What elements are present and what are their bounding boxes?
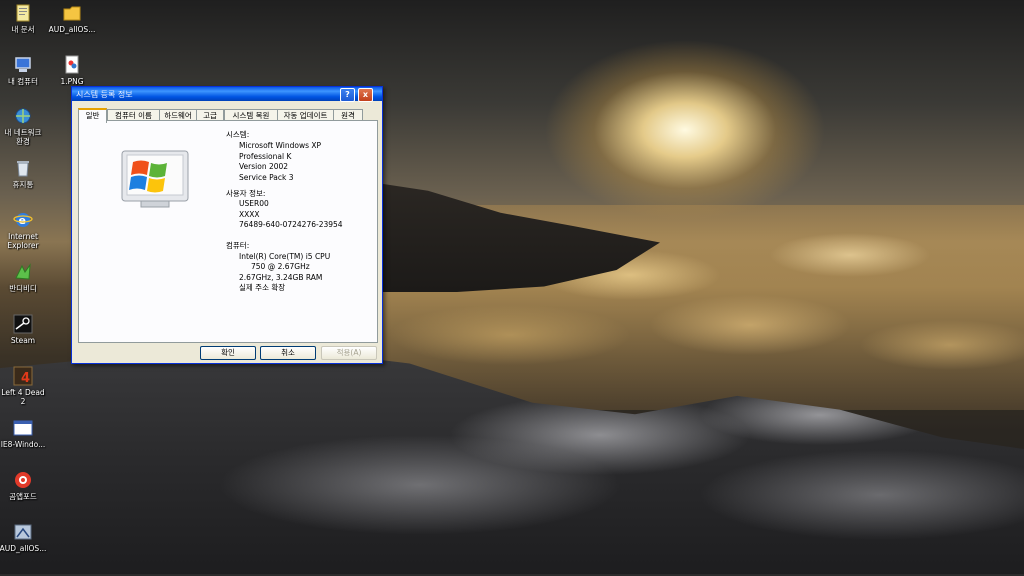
- cpu-name: Intel(R) Core(TM) i5 CPU: [239, 252, 331, 261]
- memory-info: 2.67GHz, 3.24GB RAM: [239, 273, 323, 282]
- network-icon: [13, 106, 33, 126]
- desktop-icon-left4dead2[interactable]: 4 Left 4 Dead 2: [0, 366, 53, 406]
- desktop-icon-recycle-bin[interactable]: 휴지통: [0, 158, 53, 189]
- os-service-pack: Service Pack 3: [239, 173, 294, 182]
- tab-general[interactable]: 일반: [78, 108, 107, 123]
- user-organization: XXXX: [239, 210, 260, 219]
- windows-logo-icon: [121, 149, 189, 209]
- cpu-speed: 750 @ 2.67GHz: [251, 262, 310, 271]
- title-bar[interactable]: 시스템 등록 정보 ? x: [72, 87, 382, 102]
- folder-icon: [62, 3, 82, 23]
- my-documents-icon: [13, 3, 33, 23]
- help-button[interactable]: ?: [340, 88, 355, 102]
- my-computer-icon: [13, 55, 33, 75]
- bandizip-icon: [13, 262, 33, 282]
- desktop-icon-ie8-installer[interactable]: IE8-Windo...: [0, 418, 53, 449]
- computer-heading: 컴퓨터:: [226, 241, 250, 250]
- os-edition: Professional K: [239, 152, 292, 161]
- ok-button[interactable]: 확인: [200, 346, 256, 360]
- steam-icon: [13, 314, 33, 334]
- close-button[interactable]: x: [358, 88, 373, 102]
- user-name: USER00: [239, 199, 269, 208]
- installer-icon: [13, 418, 33, 438]
- app-icon: [13, 470, 33, 490]
- os-version: Version 2002: [239, 162, 289, 171]
- pae-info: 실제 주소 확장: [239, 283, 286, 292]
- cancel-button[interactable]: 취소: [260, 346, 316, 360]
- left4dead2-icon: 4: [13, 366, 33, 386]
- internet-explorer-icon: e: [13, 210, 33, 230]
- os-name: Microsoft Windows XP: [239, 141, 322, 150]
- svg-text:4: 4: [21, 371, 30, 386]
- dialog-title: 시스템 등록 정보: [76, 90, 133, 99]
- desktop-icon-aud-folder[interactable]: AUD_allOS...: [42, 3, 102, 34]
- image-file-icon: [62, 55, 82, 75]
- desktop-icon-aud-shortcut[interactable]: AUD_allOS...: [0, 522, 53, 553]
- system-heading: 시스템:: [226, 130, 250, 139]
- desktop-icon-app[interactable]: 곰앱포드: [0, 470, 53, 501]
- recycle-bin-icon: [13, 158, 33, 178]
- system-properties-dialog: 시스템 등록 정보 ? x 일반 컴퓨터 이름 하드웨어 고급 시스템 복원 자…: [71, 86, 383, 364]
- general-tab-panel: 시스템: Microsoft Windows XP Professional K…: [78, 120, 378, 343]
- user-heading: 사용자 정보:: [226, 189, 266, 198]
- shortcut-icon: [13, 522, 33, 542]
- desktop-icon-network[interactable]: 내 네트워크 환경: [0, 106, 53, 146]
- apply-button[interactable]: 적용(A): [321, 346, 377, 360]
- desktop-icon-steam[interactable]: Steam: [0, 314, 53, 345]
- desktop-icon-bandi[interactable]: 반디비디: [0, 262, 53, 293]
- desktop-icon-internet-explorer[interactable]: e Internet Explorer: [0, 210, 53, 250]
- desktop-icon-1-png[interactable]: 1.PNG: [42, 55, 102, 86]
- product-id: 76489-640-0724276-23954: [239, 220, 343, 229]
